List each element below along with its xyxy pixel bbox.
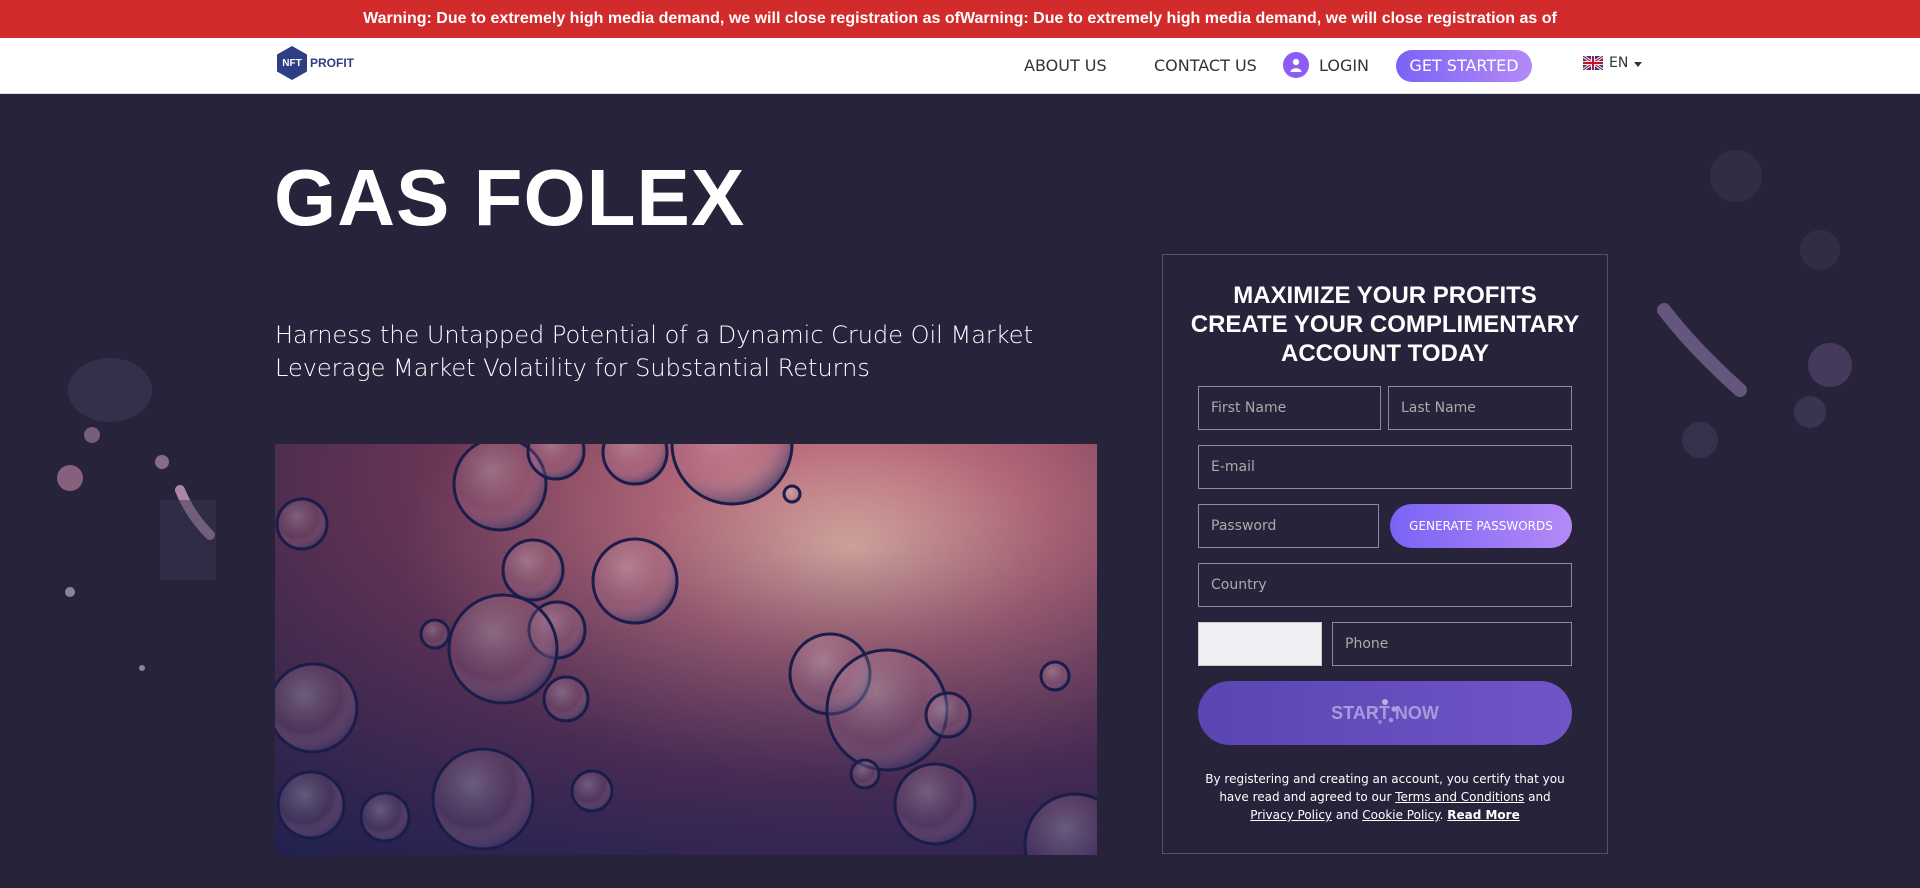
form-title-line-1: MAXIMIZE YOUR PROFITS xyxy=(1233,282,1537,309)
registration-form: MAXIMIZE YOUR PROFITS CREATE YOUR COMPLI… xyxy=(1162,254,1608,854)
phone-prefix-select[interactable] xyxy=(1198,622,1322,666)
form-title-line-2: CREATE YOUR COMPLIMENTARY xyxy=(1190,311,1580,338)
hero-bubbles-image xyxy=(275,444,1097,855)
user-icon xyxy=(1283,52,1309,78)
phone-input[interactable]: Phone xyxy=(1332,622,1572,666)
generate-passwords-button[interactable]: GENERATE PASSWORDS xyxy=(1390,504,1572,548)
disclaimer-and-1: and xyxy=(1524,790,1551,804)
nav-login-link[interactable]: LOGIN xyxy=(1283,52,1369,78)
language-label: EN xyxy=(1609,55,1629,71)
read-more-link[interactable]: Read More xyxy=(1447,808,1520,822)
loading-spinner-icon xyxy=(1373,699,1397,724)
privacy-policy-link[interactable]: Privacy Policy xyxy=(1250,808,1332,822)
disclaimer-and-2: and xyxy=(1332,808,1363,822)
warning-banner: Warning: Due to extremely high media dem… xyxy=(0,0,1920,38)
hero-subtitle-line-1: Harness the Untapped Potential of a Dyna… xyxy=(275,321,1033,349)
logo-text: PROFIT xyxy=(310,56,354,70)
nav-contact-us-link[interactable]: CONTACT US xyxy=(1154,56,1257,75)
password-input[interactable]: Password xyxy=(1198,504,1379,548)
hero-subtitle-line-2: Leverage Market Volatility for Substanti… xyxy=(275,354,870,382)
hero-title: GAS FOLEX xyxy=(274,153,746,242)
logo-badge-text: NFT xyxy=(282,57,302,69)
logo-hexagon-icon: NFT xyxy=(276,46,308,80)
last-name-input[interactable]: Last Name xyxy=(1388,386,1572,430)
get-started-button[interactable]: GET STARTED xyxy=(1396,50,1532,82)
login-label: LOGIN xyxy=(1319,55,1370,75)
nav-about-us-link[interactable]: ABOUT US xyxy=(1024,56,1107,75)
email-input[interactable]: E-mail xyxy=(1198,445,1572,489)
site-logo[interactable]: NFT PROFIT xyxy=(276,46,354,80)
top-navbar: NFT PROFIT ABOUT US CONTACT US LOGIN GET… xyxy=(0,38,1920,94)
first-name-input[interactable]: First Name xyxy=(1198,386,1381,430)
chevron-down-icon xyxy=(1634,55,1643,71)
decorative-bubbles-right xyxy=(1657,150,1852,458)
country-input[interactable]: Country xyxy=(1198,563,1572,607)
legal-disclaimer: By registering and creating an account, … xyxy=(1196,770,1574,824)
language-selector[interactable]: EN xyxy=(1583,55,1643,71)
cookie-policy-link[interactable]: Cookie Policy xyxy=(1362,808,1439,822)
uk-flag-icon xyxy=(1583,56,1603,70)
terms-link[interactable]: Terms and Conditions xyxy=(1395,790,1524,804)
decorative-bubbles-left xyxy=(57,358,216,671)
form-title-line-3: ACCOUNT TODAY xyxy=(1280,340,1490,367)
